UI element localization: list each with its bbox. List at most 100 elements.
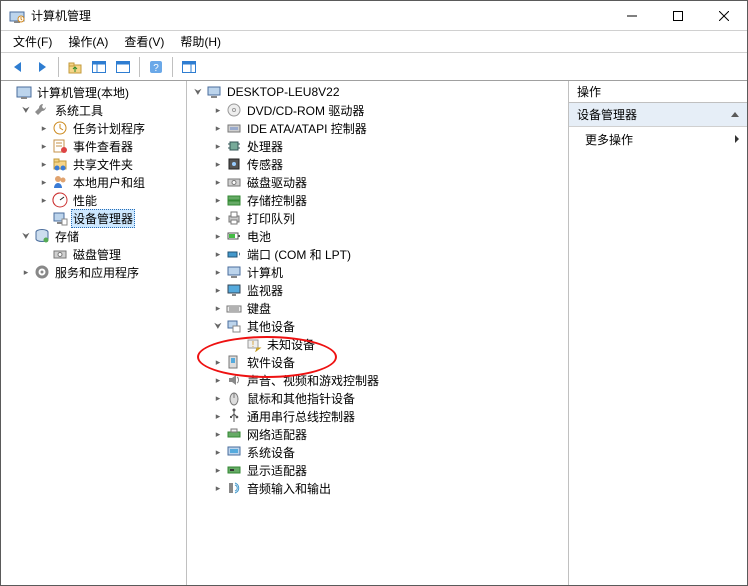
tree-local-users[interactable]: ▸本地用户和组 [37,173,186,191]
device-print-queue[interactable]: ▸打印队列 [211,209,568,227]
tree-label: IDE ATA/ATAPI 控制器 [245,119,369,138]
device-mouse[interactable]: ▸鼠标和其他指针设备 [211,389,568,407]
menu-file[interactable]: 文件(F) [5,31,60,52]
tree-system-tools[interactable]: ⮟ 系统工具 [19,101,186,119]
expand-icon[interactable]: ▸ [211,139,225,153]
tree-label: 监视器 [245,281,285,300]
device-audio-io[interactable]: ▸音频输入和输出 [211,479,568,497]
menu-action[interactable]: 操作(A) [60,31,116,52]
actions-section-title[interactable]: 设备管理器 [569,103,747,127]
device-computers[interactable]: ▸ 计算机 [211,263,568,281]
tree-performance[interactable]: ▸性能 [37,191,186,209]
console-tree-pane[interactable]: ▸ 计算机管理(本地) ⮟ 系统工具 ▸ 任务计划程序 ▸事件查看器 ▸ 共享文件夹… [1,81,187,585]
actions-more[interactable]: 更多操作 [569,127,747,151]
expand-icon[interactable]: ▸ [211,157,225,171]
tree-label: 电池 [245,227,273,246]
expand-icon[interactable]: ▸ [37,139,51,153]
expand-icon[interactable]: ▸ [211,211,225,225]
device-dvd[interactable]: ▸DVD/CD-ROM 驱动器 [211,101,568,119]
tree-disk-mgmt[interactable]: ▸磁盘管理 [37,245,186,263]
toolbar: ? [1,53,747,81]
device-keyboards[interactable]: ▸键盘 [211,299,568,317]
expand-icon[interactable]: ▸ [211,427,225,441]
other-devices-icon [226,318,242,334]
collapse-icon[interactable]: ⮟ [191,85,205,99]
forward-button[interactable] [31,56,53,78]
menu-help[interactable]: 帮助(H) [172,31,229,52]
chevron-up-icon [731,112,739,117]
network-icon [226,426,242,442]
device-monitors[interactable]: ▸ 监视器 [211,281,568,299]
device-display[interactable]: ▸显示适配器 [211,461,568,479]
device-network[interactable]: ▸网络适配器 [211,425,568,443]
expand-icon[interactable]: ▸ [37,157,51,171]
unknown-device-icon: ! [246,336,262,352]
tree-event-viewer[interactable]: ▸事件查看器 [37,137,186,155]
tree-label: 任务计划程序 [71,119,147,138]
properties-button[interactable] [112,56,134,78]
expand-icon[interactable]: ▸ [211,301,225,315]
device-cpu[interactable]: ▸处理器 [211,137,568,155]
menu-view[interactable]: 查看(V) [116,31,172,52]
expand-icon[interactable]: ▸ [211,247,225,261]
expand-icon[interactable]: ▸ [211,355,225,369]
expand-icon[interactable]: ▸ [37,175,51,189]
device-battery[interactable]: ▸ 电池 [211,227,568,245]
device-root[interactable]: ⮟ DESKTOP-LEU8V22 [191,83,568,101]
tree-shared-folders[interactable]: ▸ 共享文件夹 [37,155,186,173]
expand-icon[interactable]: ▸ [211,463,225,477]
device-other-devices[interactable]: ⮟其他设备 [211,317,568,335]
expand-icon[interactable]: ▸ [211,175,225,189]
expand-icon[interactable]: ▸ [211,121,225,135]
tree-label: 声音、视频和游戏控制器 [245,371,381,390]
tree-label: 计算机管理(本地) [35,83,131,102]
device-ide[interactable]: ▸ IDE ATA/ATAPI 控制器 [211,119,568,137]
expand-icon[interactable]: ▸ [211,193,225,207]
tree-root-local[interactable]: ▸ 计算机管理(本地) [1,83,186,101]
device-storage-ctrl[interactable]: ▸存储控制器 [211,191,568,209]
up-folder-button[interactable] [64,56,86,78]
device-sound[interactable]: ▸ 声音、视频和游戏控制器 [211,371,568,389]
maximize-button[interactable] [655,1,701,30]
expand-icon[interactable]: ▸ [211,229,225,243]
device-unknown[interactable]: ▸!未知设备 [231,335,568,353]
tree-storage[interactable]: ⮟存储 [19,227,186,245]
show-hide-action-pane-button[interactable] [178,56,200,78]
expand-icon[interactable]: ▸ [211,391,225,405]
collapse-icon[interactable]: ⮟ [19,229,33,243]
expand-icon[interactable]: ▸ [211,481,225,495]
device-software[interactable]: ▸软件设备 [211,353,568,371]
device-sensors[interactable]: ▸传感器 [211,155,568,173]
expand-icon[interactable]: ▸ [37,121,51,135]
device-diskdrives[interactable]: ▸磁盘驱动器 [211,173,568,191]
expand-icon[interactable]: ▸ [19,265,33,279]
expand-icon[interactable]: ▸ [211,373,225,387]
device-ports[interactable]: ▸端口 (COM 和 LPT) [211,245,568,263]
collapse-icon[interactable]: ⮟ [211,319,225,333]
minimize-button[interactable] [609,1,655,30]
diskdrive-icon [226,174,242,190]
expand-icon[interactable]: ▸ [211,265,225,279]
expand-icon[interactable]: ▸ [211,103,225,117]
tree-label: 系统工具 [53,101,105,120]
device-usb[interactable]: ▸通用串行总线控制器 [211,407,568,425]
tree-label: 计算机 [245,263,285,282]
expand-icon[interactable]: ▸ [211,283,225,297]
device-tree-pane[interactable]: ⮟ DESKTOP-LEU8V22 ▸DVD/CD-ROM 驱动器 ▸ IDE AT… [187,81,569,585]
device-manager-icon [52,210,68,226]
disk-icon [52,246,68,262]
back-button[interactable] [7,56,29,78]
tree-label: DESKTOP-LEU8V22 [225,84,342,100]
show-hide-tree-button[interactable] [88,56,110,78]
tree-label: 共享文件夹 [71,155,135,174]
tree-task-scheduler[interactable]: ▸ 任务计划程序 [37,119,186,137]
close-button[interactable] [701,1,747,30]
collapse-icon[interactable]: ⮟ [19,103,33,117]
tree-device-manager[interactable]: ▸设备管理器 [37,209,186,227]
tree-services-apps[interactable]: ▸服务和应用程序 [19,263,186,281]
expand-icon[interactable]: ▸ [37,193,51,207]
expand-icon[interactable]: ▸ [211,445,225,459]
device-system[interactable]: ▸系统设备 [211,443,568,461]
help-button[interactable]: ? [145,56,167,78]
expand-icon[interactable]: ▸ [211,409,225,423]
